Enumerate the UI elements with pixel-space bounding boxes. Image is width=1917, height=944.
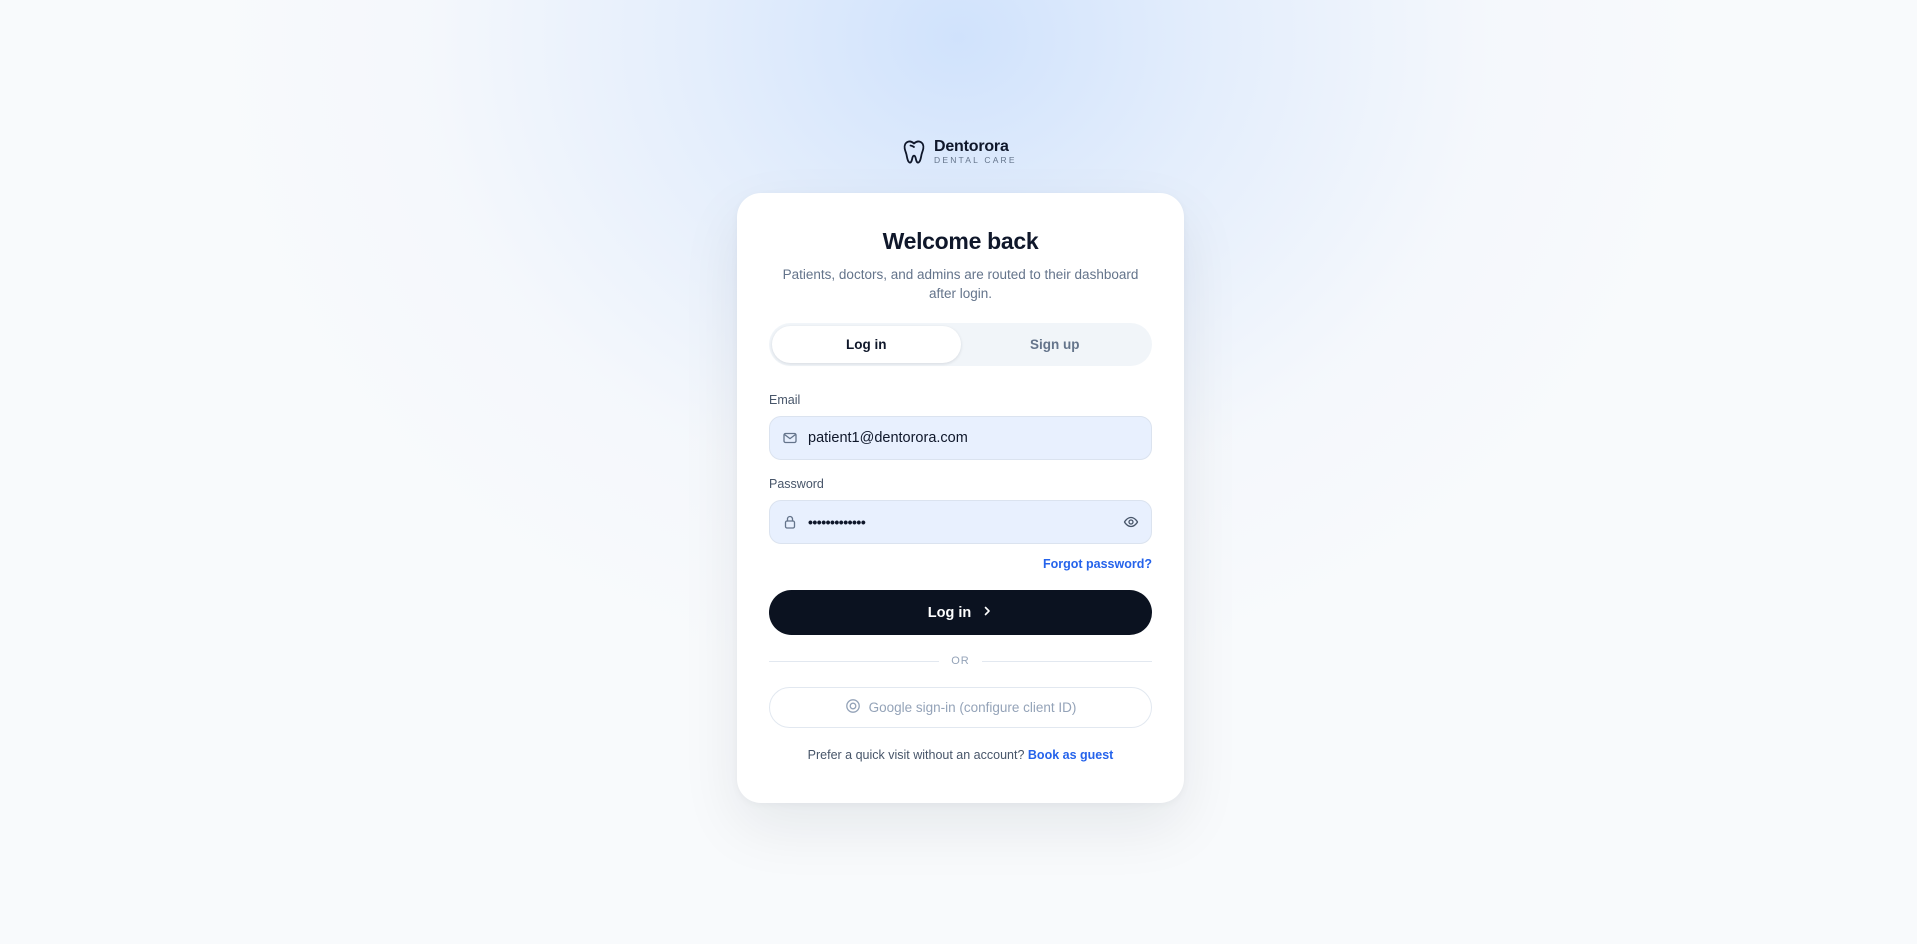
login-card: Welcome back Patients, doctors, and admi… bbox=[737, 193, 1184, 803]
guest-prompt: Prefer a quick visit without an account? bbox=[807, 748, 1028, 762]
brand-name: Dentorora bbox=[934, 138, 1009, 155]
email-input[interactable] bbox=[808, 430, 1139, 446]
tab-sign-up[interactable]: Sign up bbox=[961, 326, 1150, 363]
forgot-password-link[interactable]: Forgot password? bbox=[1043, 557, 1152, 571]
guest-row: Prefer a quick visit without an account?… bbox=[769, 748, 1152, 762]
log-in-button-label: Log in bbox=[927, 604, 972, 621]
tooth-icon bbox=[902, 139, 926, 165]
chevron-right-icon bbox=[981, 605, 993, 621]
divider-label: OR bbox=[951, 655, 970, 667]
email-label: Email bbox=[769, 393, 801, 407]
email-field-wrapper bbox=[769, 416, 1152, 460]
tab-log-in[interactable]: Log in bbox=[772, 326, 961, 363]
page-subtitle: Patients, doctors, and admins are routed… bbox=[782, 267, 1139, 301]
brand-text: Dentorora DENTAL CARE bbox=[934, 138, 1017, 166]
divider-line-right bbox=[981, 660, 1152, 662]
log-in-button[interactable]: Log in bbox=[769, 590, 1152, 635]
or-divider: OR bbox=[769, 655, 1152, 667]
brand-tagline: DENTAL CARE bbox=[934, 155, 1017, 165]
password-field-wrapper: ••••••••••••• bbox=[769, 500, 1152, 544]
eye-icon[interactable] bbox=[1123, 514, 1139, 530]
forgot-row: Forgot password? bbox=[769, 556, 1152, 572]
auth-tabs: Log in Sign up bbox=[769, 323, 1152, 366]
google-icon bbox=[845, 698, 861, 717]
password-input[interactable]: ••••••••••••• bbox=[808, 514, 1113, 530]
lock-icon bbox=[782, 514, 798, 530]
password-label: Password bbox=[769, 477, 824, 491]
google-sign-in-label: Google sign-in (configure client ID) bbox=[868, 700, 1077, 715]
divider-line-left bbox=[769, 660, 940, 662]
brand-logo: Dentorora DENTAL CARE bbox=[902, 138, 1017, 166]
book-as-guest-link[interactable]: Book as guest bbox=[1028, 748, 1113, 762]
google-sign-in-button[interactable]: Google sign-in (configure client ID) bbox=[769, 687, 1152, 728]
mail-icon bbox=[782, 430, 798, 446]
page-title: Welcome back bbox=[882, 228, 1039, 254]
